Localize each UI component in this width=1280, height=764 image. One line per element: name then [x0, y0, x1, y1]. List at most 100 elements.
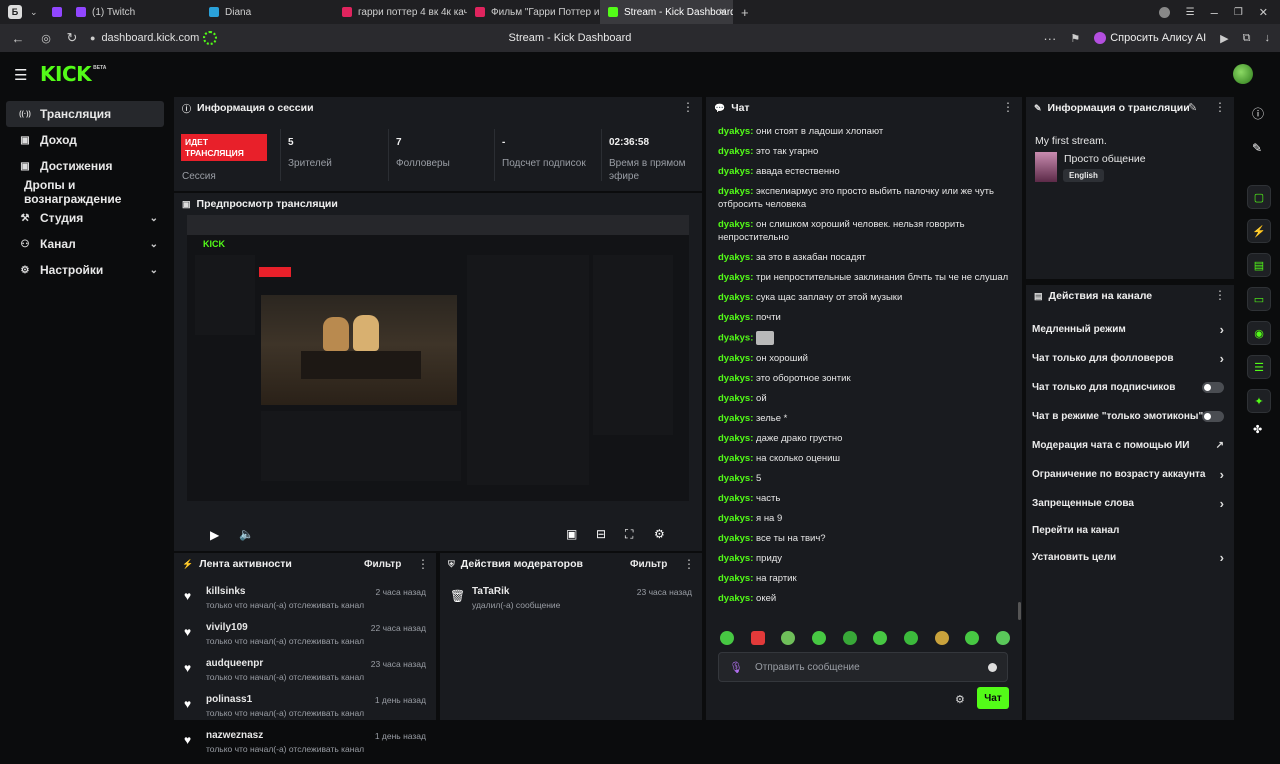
- chat-username[interactable]: dyakys:: [718, 219, 753, 230]
- close-window-icon[interactable]: ✕: [1259, 6, 1268, 19]
- sidebar-item[interactable]: ⚒ Студия ⌄: [6, 205, 164, 231]
- channel-action-item[interactable]: Перейти на канал: [1026, 518, 1234, 543]
- mic-icon[interactable]: 🎙: [729, 661, 743, 674]
- chat-username[interactable]: dyakys:: [718, 146, 753, 157]
- kick-logo[interactable]: KICK BETA: [40, 62, 106, 86]
- toggle-switch[interactable]: [1202, 382, 1224, 393]
- feed-username[interactable]: polinass1: [206, 694, 252, 705]
- tab-list-icon[interactable]: ☰: [1186, 7, 1195, 18]
- hamburger-menu-icon[interactable]: ☰: [14, 66, 27, 84]
- browser-tab[interactable]: [52, 0, 68, 24]
- chat-username[interactable]: dyakys:: [718, 513, 753, 524]
- browser-menu-icon[interactable]: Б: [8, 5, 22, 19]
- rail-extra-icon[interactable]: ✤: [1253, 423, 1271, 436]
- toggle-switch[interactable]: [1202, 411, 1224, 422]
- settings-icon[interactable]: ⚙: [654, 527, 665, 541]
- channel-action-item[interactable]: Медленный режим ›: [1026, 315, 1234, 344]
- fullscreen-icon[interactable]: ⛶: [625, 527, 633, 542]
- chat-username[interactable]: dyakys:: [718, 312, 753, 323]
- emote-icon[interactable]: [873, 631, 888, 645]
- sidebar-item[interactable]: ((·)) Трансляция: [6, 101, 164, 127]
- stream-video[interactable]: KICK: [187, 215, 689, 501]
- emote-icon[interactable]: [842, 631, 857, 645]
- user-avatar[interactable]: [1233, 64, 1253, 84]
- emote-icon[interactable]: [965, 631, 980, 645]
- extensions-icon[interactable]: ⧉: [1243, 32, 1251, 45]
- sidebar-item[interactable]: ⚇ Канал ⌄: [6, 231, 164, 257]
- yandex-home-icon[interactable]: ◎: [38, 32, 54, 45]
- chat-username[interactable]: dyakys:: [718, 553, 753, 564]
- rail-chat-icon[interactable]: ▭: [1247, 287, 1271, 311]
- chat-username[interactable]: dyakys:: [718, 333, 753, 344]
- new-tab-button[interactable]: +: [741, 5, 749, 20]
- chat-username[interactable]: dyakys:: [718, 573, 753, 584]
- pip-icon[interactable]: ▣: [566, 527, 577, 541]
- channel-action-item[interactable]: Чат в режиме "только эмотиконы": [1026, 402, 1234, 431]
- site-info-icon[interactable]: ●: [90, 33, 95, 43]
- channel-action-item[interactable]: Установить цели ›: [1026, 543, 1234, 572]
- sidebar-item[interactable]: ▣ Доход: [6, 127, 164, 153]
- sidebar-item[interactable]: Дропы и вознаграждение: [6, 178, 164, 206]
- media-icon[interactable]: ▶: [1220, 32, 1228, 45]
- chat-username[interactable]: dyakys:: [718, 533, 753, 544]
- alice-button[interactable]: Спросить Алису AI: [1094, 32, 1206, 44]
- chat-menu-icon[interactable]: ⋮: [1002, 101, 1014, 113]
- chat-input[interactable]: 🎙 Отправить сообщение: [718, 652, 1008, 682]
- chat-username[interactable]: dyakys:: [718, 393, 753, 404]
- downloads-icon[interactable]: ↓: [1265, 32, 1271, 44]
- chat-settings-icon[interactable]: ⚙: [955, 693, 965, 706]
- rail-lightning-icon[interactable]: ⚡: [1247, 219, 1271, 243]
- play-icon[interactable]: ▶: [210, 528, 219, 542]
- stream-info-menu-icon[interactable]: ⋮: [1214, 101, 1226, 113]
- emote-icon[interactable]: [903, 631, 918, 645]
- more-dots-icon[interactable]: ···: [1043, 31, 1056, 46]
- channel-actions-menu-icon[interactable]: ⋮: [1214, 289, 1226, 301]
- chat-username[interactable]: dyakys:: [718, 252, 753, 263]
- profile-icon[interactable]: [1158, 6, 1170, 18]
- rail-wrench-icon[interactable]: ✦: [1247, 389, 1271, 413]
- mod-filter[interactable]: Фильтр: [630, 559, 667, 570]
- browser-tab[interactable]: Stream - Kick Dashboard ✕: [600, 0, 733, 24]
- browser-tab[interactable]: гарри поттер 4 вк 4к каче: [334, 0, 467, 24]
- chat-username[interactable]: dyakys:: [718, 272, 753, 283]
- rail-clipboard-icon[interactable]: ▤: [1247, 253, 1271, 277]
- chat-send-button[interactable]: Чат: [977, 687, 1009, 709]
- mod-menu-icon[interactable]: ⋮: [683, 557, 695, 571]
- chat-username[interactable]: dyakys:: [718, 593, 753, 604]
- chat-username[interactable]: dyakys:: [718, 433, 753, 444]
- chat-username[interactable]: dyakys:: [718, 126, 753, 137]
- rail-broadcast-icon[interactable]: ◉: [1247, 321, 1271, 345]
- feed-username[interactable]: nazweznasz: [206, 730, 263, 741]
- theater-icon[interactable]: ⊟: [596, 527, 606, 541]
- channel-action-item[interactable]: Запрещенные слова ›: [1026, 489, 1234, 518]
- rail-scan-icon[interactable]: ▢: [1247, 185, 1271, 209]
- feed-username[interactable]: vivily109: [206, 622, 248, 633]
- sidebar-item[interactable]: ⚙ Настройки ⌄: [6, 257, 164, 283]
- chat-username[interactable]: dyakys:: [718, 493, 753, 504]
- emote-icon[interactable]: [811, 631, 826, 645]
- chat-scrollbar[interactable]: [1018, 602, 1021, 620]
- chat-username[interactable]: dyakys:: [718, 292, 753, 303]
- minimize-icon[interactable]: –: [1211, 5, 1218, 20]
- channel-action-item[interactable]: Чат только для подписчиков: [1026, 373, 1234, 402]
- sidebar-item[interactable]: ▣ Достижения: [6, 153, 164, 179]
- channel-action-item[interactable]: Чат только для фолловеров ›: [1026, 344, 1234, 373]
- emoji-picker-icon[interactable]: [988, 662, 997, 672]
- emote-icon[interactable]: [750, 631, 765, 645]
- rail-pencil-icon[interactable]: ✎: [1252, 141, 1262, 155]
- rail-info-icon[interactable]: ⓘ: [1252, 105, 1264, 122]
- chat-username[interactable]: dyakys:: [718, 373, 753, 384]
- feed-username[interactable]: killsinks: [206, 586, 245, 597]
- session-menu-icon[interactable]: ⋮: [682, 101, 694, 113]
- rail-list-icon[interactable]: ☰: [1247, 355, 1271, 379]
- chat-username[interactable]: dyakys:: [718, 186, 753, 197]
- channel-action-item[interactable]: Модерация чата с помощью ИИ ↗: [1026, 431, 1234, 460]
- browser-tab[interactable]: (1) Twitch: [68, 0, 201, 24]
- activity-filter[interactable]: Фильтр: [364, 559, 401, 570]
- emote-icon[interactable]: [781, 631, 796, 645]
- bookmark-icon[interactable]: ⚑: [1070, 32, 1080, 45]
- feed-username[interactable]: TaTaRik: [472, 586, 509, 597]
- emote-icon[interactable]: [995, 631, 1010, 645]
- edit-icon[interactable]: ✎: [1188, 101, 1197, 114]
- back-icon[interactable]: ←: [10, 31, 26, 46]
